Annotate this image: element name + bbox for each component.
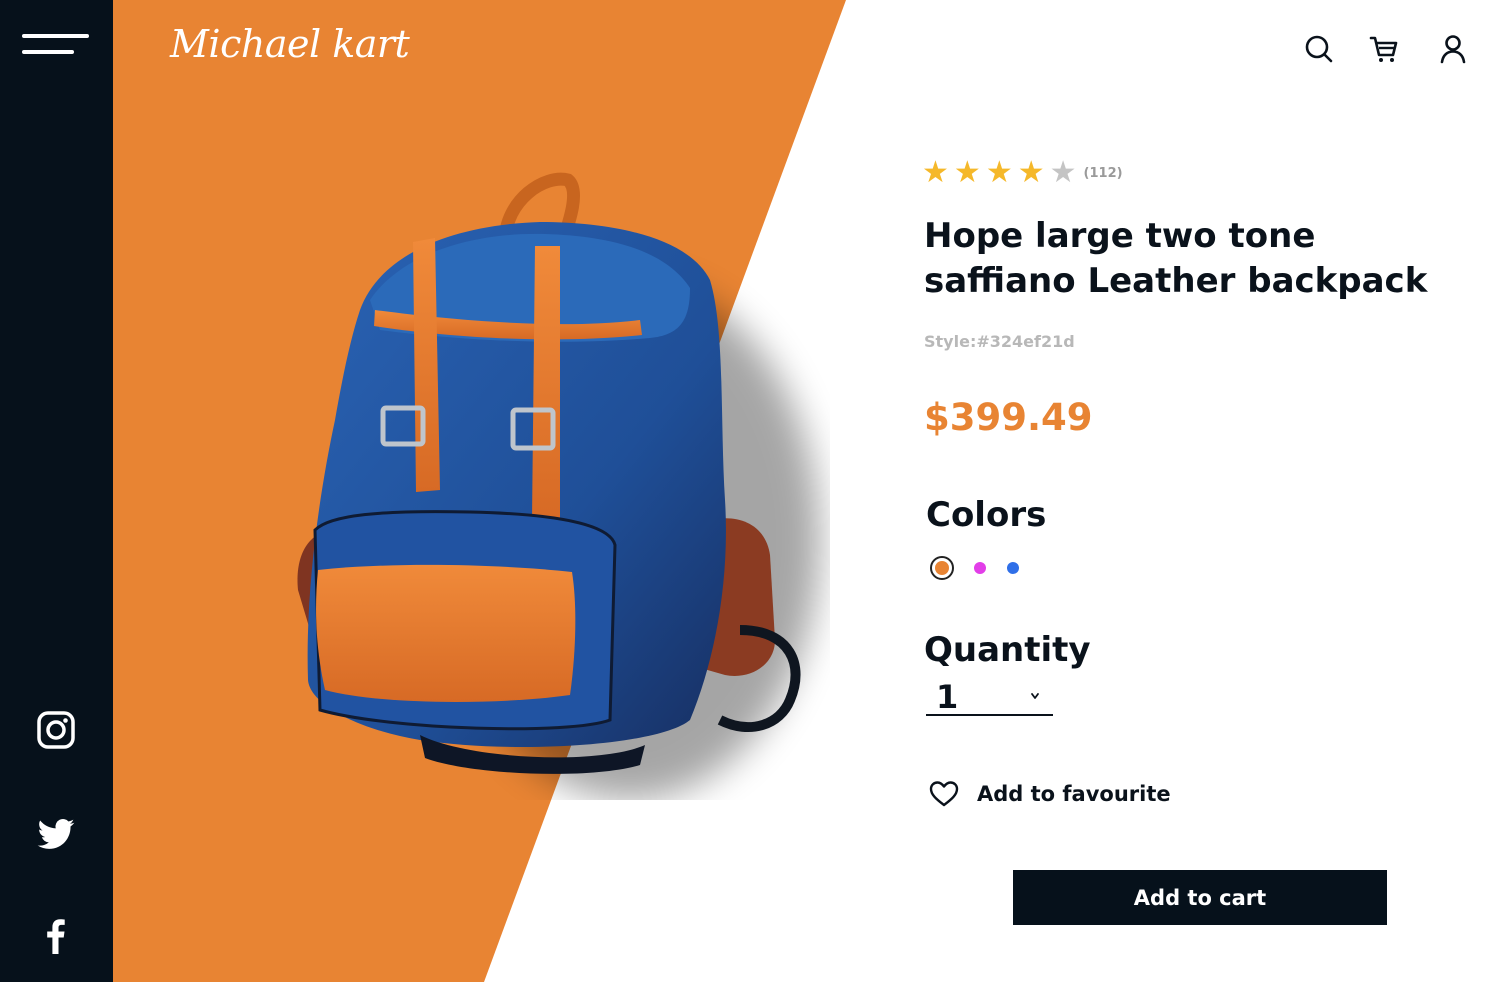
user-icon[interactable] bbox=[1436, 32, 1470, 66]
product-rating: ★ ★ ★ ★ ★ (112) bbox=[922, 156, 1123, 190]
add-to-cart-button[interactable]: Add to cart bbox=[1013, 870, 1387, 925]
color-swatch[interactable] bbox=[974, 562, 986, 574]
color-swatch-dot bbox=[935, 561, 949, 575]
add-to-favourite-button[interactable]: Add to favourite bbox=[928, 778, 1171, 810]
quantity-select[interactable]: 1 bbox=[926, 678, 1053, 716]
menu-line bbox=[22, 50, 74, 54]
star-icon: ★ bbox=[922, 155, 949, 190]
color-swatch[interactable] bbox=[930, 556, 954, 580]
style-code: Style:#324ef21d bbox=[924, 332, 1075, 351]
colors-heading: Colors bbox=[926, 495, 1047, 535]
color-swatches bbox=[930, 556, 1040, 580]
star-icon: ★ bbox=[985, 155, 1013, 190]
brand-logo[interactable]: Michael kart bbox=[170, 22, 410, 66]
cart-icon[interactable] bbox=[1368, 32, 1402, 66]
add-to-favourite-label: Add to favourite bbox=[977, 782, 1171, 806]
search-icon[interactable] bbox=[1302, 32, 1336, 66]
quantity-value: 1 bbox=[936, 678, 959, 716]
menu-line bbox=[22, 34, 89, 38]
product-title: Hope large two tone saffiano Leather bac… bbox=[924, 216, 1428, 301]
star-icon: ★ bbox=[1017, 155, 1045, 190]
hamburger-menu-icon[interactable] bbox=[22, 30, 90, 60]
star-empty-icon: ★ bbox=[1049, 155, 1077, 190]
chevron-down-icon bbox=[1031, 693, 1039, 699]
twitter-icon[interactable] bbox=[36, 815, 76, 855]
product-price: $399.49 bbox=[924, 396, 1093, 439]
star-icon: ★ bbox=[953, 155, 981, 190]
sidebar bbox=[0, 0, 113, 982]
product-image bbox=[297, 172, 820, 800]
heart-icon bbox=[929, 781, 959, 807]
facebook-icon[interactable] bbox=[36, 916, 76, 956]
review-count[interactable]: (112) bbox=[1084, 166, 1123, 181]
instagram-icon[interactable] bbox=[36, 710, 76, 750]
color-swatch[interactable] bbox=[1007, 562, 1019, 574]
quantity-heading: Quantity bbox=[924, 630, 1091, 670]
